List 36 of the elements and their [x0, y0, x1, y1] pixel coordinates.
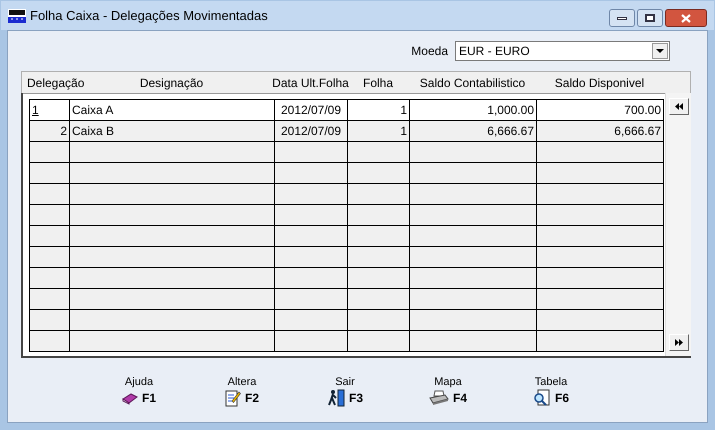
scroll-left-button[interactable]: [668, 98, 688, 115]
double-right-arrow-icon: [674, 339, 682, 346]
table-cell: 2: [30, 121, 70, 141]
maximize-button[interactable]: [637, 9, 663, 27]
window-title: Folha Caixa - Delegações Movimentadas: [30, 6, 268, 25]
person-door-icon: [326, 389, 345, 407]
column-header[interactable]: Saldo Contabilistico: [420, 74, 526, 92]
table-cell: Caixa B: [70, 121, 275, 141]
printer-icon: [428, 390, 449, 406]
function-key-button[interactable]: Sair F3: [309, 376, 381, 407]
currency-dropdown[interactable]: EUR - EURO: [455, 41, 670, 61]
currency-label: Moeda: [411, 43, 448, 60]
column-header[interactable]: Saldo Disponivel: [554, 74, 644, 92]
close-icon: [681, 14, 691, 22]
table-cell: 1: [30, 100, 70, 120]
function-key-button[interactable]: Mapa F4: [412, 376, 484, 407]
table-cell: 2012/07/09: [275, 121, 348, 141]
table-cell: 1: [348, 121, 410, 141]
app-icon: [8, 8, 26, 22]
book-icon: [122, 391, 138, 405]
double-left-arrow-icon: [674, 103, 682, 110]
minimize-button[interactable]: [609, 9, 635, 27]
table-cell: 6,666.67: [537, 121, 664, 141]
table-cell: Caixa A: [70, 100, 275, 120]
column-header[interactable]: Data Ult.Folha: [272, 74, 349, 92]
function-key-button[interactable]: Altera F2: [206, 376, 278, 407]
close-button[interactable]: [665, 9, 707, 27]
table-cell: 6,666.67: [410, 121, 537, 141]
column-header[interactable]: Designação: [140, 74, 204, 92]
function-key-button[interactable]: Ajuda F1: [103, 376, 175, 407]
notepad-pencil-icon: [224, 389, 241, 407]
column-header[interactable]: Folha: [362, 74, 394, 92]
function-key-button[interactable]: Tabela F6: [515, 376, 587, 407]
column-header[interactable]: Delegação: [27, 74, 84, 92]
scroll-right-button[interactable]: [668, 334, 688, 351]
document-magnifier-icon: [532, 389, 551, 407]
